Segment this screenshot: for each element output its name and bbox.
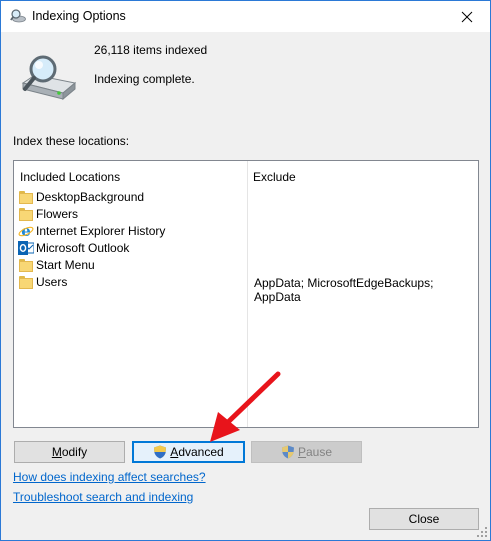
location-row-users[interactable]: Users — [18, 273, 246, 290]
resize-grip-icon[interactable] — [476, 526, 488, 538]
items-indexed-count: 26,118 items indexed — [94, 43, 208, 57]
folder-icon — [18, 274, 34, 290]
modify-label-mnemonic: M — [51, 445, 62, 459]
close-window-button[interactable] — [444, 1, 490, 32]
close-icon — [461, 11, 473, 22]
modify-label-post: odify — [61, 445, 88, 459]
folder-icon — [18, 189, 34, 205]
troubleshoot-link[interactable]: Troubleshoot search and indexing — [13, 490, 193, 504]
index-locations-label: Index these locations: — [13, 134, 130, 148]
indexing-drive-magnifier-icon — [21, 55, 77, 101]
location-row-microsoft-outlook[interactable]: Microsoft Outlook — [18, 239, 246, 256]
pause-label-mnemonic: P — [297, 445, 306, 459]
advanced-label-mnemonic: A — [170, 445, 179, 459]
location-row-start-menu[interactable]: Start Menu — [18, 256, 246, 273]
modify-button[interactable]: Modify — [14, 441, 125, 463]
location-name: Flowers — [36, 206, 79, 221]
uac-shield-icon — [281, 445, 294, 459]
location-name: Microsoft Outlook — [36, 240, 130, 255]
title-bar: Indexing Options — [1, 1, 490, 32]
location-name: DesktopBackground — [36, 189, 145, 204]
pause-label-post: ause — [305, 445, 333, 459]
folder-icon — [18, 206, 34, 222]
indexing-status-text: Indexing complete. — [94, 72, 195, 86]
location-name: Users — [36, 274, 68, 289]
folder-icon — [18, 257, 34, 273]
indexing-options-window: Indexing Options 26,118 items indexed In… — [0, 0, 491, 541]
location-name: Start Menu — [36, 257, 95, 272]
location-row-flowers[interactable]: Flowers — [18, 205, 246, 222]
window-title: Indexing Options — [32, 9, 126, 23]
advanced-label-post: dvanced — [178, 445, 224, 459]
red-annotation-arrow-icon — [210, 371, 281, 442]
location-name: Internet Explorer History — [36, 223, 166, 238]
close-button[interactable]: Close — [369, 508, 479, 530]
internet-explorer-icon: e — [18, 223, 34, 239]
indexing-help-link[interactable]: How does indexing affect searches? — [13, 470, 206, 484]
outlook-icon — [18, 240, 34, 255]
location-row-internet-explorer-history[interactable]: e Internet Explorer History — [18, 222, 246, 239]
column-header-exclude[interactable]: Exclude — [253, 170, 296, 184]
users-exclude-value: AppData; MicrosoftEdgeBackups; AppData — [254, 276, 434, 304]
svg-text:e: e — [21, 223, 31, 239]
uac-shield-icon — [154, 445, 167, 459]
location-row-desktopbackground[interactable]: DesktopBackground — [18, 188, 246, 205]
indexing-options-app-icon — [10, 9, 26, 23]
column-header-included-locations[interactable]: Included Locations — [20, 170, 120, 184]
